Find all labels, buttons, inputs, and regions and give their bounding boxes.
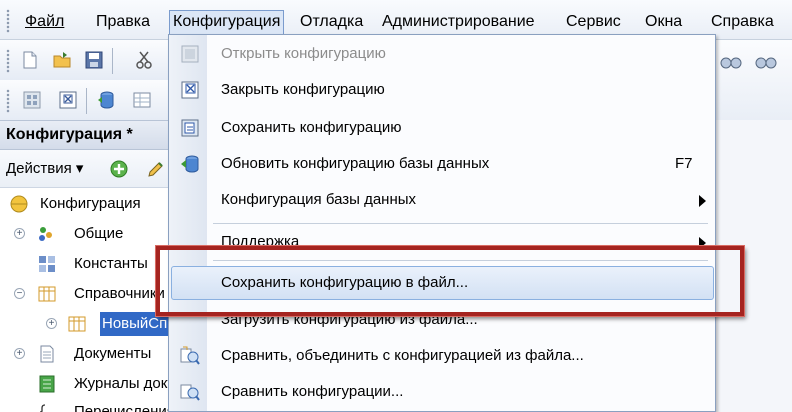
edit-pencil-icon[interactable] — [146, 161, 164, 179]
standard-toolbar — [0, 40, 170, 80]
menu-item-database-configuration[interactable]: Конфигурация базы данных — [169, 183, 715, 217]
compare-merge-icon — [180, 346, 200, 365]
cut-scissors-icon[interactable] — [134, 50, 154, 70]
table-grid-icon[interactable] — [132, 90, 152, 110]
menu-windows[interactable]: Окна — [642, 10, 685, 34]
menu-help-label: Справка — [711, 13, 774, 30]
documents-icon — [40, 345, 54, 363]
tree-item-common[interactable]: + Общие — [0, 222, 170, 246]
menu-item-shortcut: F7 — [675, 155, 693, 172]
common-objects-icon — [39, 227, 52, 241]
menu-item-update-database[interactable]: Обновить конфигурацию базы данных F7 — [169, 147, 715, 181]
menu-configuration[interactable]: Конфигурация — [169, 10, 285, 34]
expand-icon[interactable]: + — [46, 318, 57, 329]
search-next-icon[interactable] — [755, 52, 777, 70]
menu-item-label: Открыть конфигурацию — [221, 45, 386, 62]
menu-file-label: Файл — [25, 13, 65, 30]
tree-item-label: Константы — [74, 255, 148, 272]
catalogs-icon — [38, 286, 56, 302]
tree-root-label: Конфигурация — [40, 195, 141, 212]
configuration-toolbar — [0, 80, 170, 120]
close-config-icon — [181, 81, 199, 99]
menu-item-label: Закрыть конфигурацию — [221, 81, 385, 98]
tree-item-label: Перечисления — [74, 403, 175, 412]
right-toolbar — [715, 40, 792, 120]
menu-item-label: Сравнить, объединить с конфигурацией из … — [221, 347, 584, 364]
menu-help[interactable]: Справка — [708, 10, 777, 34]
catalog-icon — [68, 316, 86, 332]
menubar-grip[interactable] — [6, 9, 10, 33]
open-config-icon — [181, 45, 199, 63]
toolbar-grip[interactable] — [6, 49, 10, 73]
menu-item-open-configuration[interactable]: Открыть конфигурацию — [169, 37, 715, 71]
menu-item-label: Сохранить конфигурацию — [221, 119, 402, 136]
tree-item-enums[interactable]: Перечисления — [0, 400, 175, 412]
tree-item-label: Документы — [74, 345, 152, 362]
tree-item-constants[interactable]: Константы — [0, 252, 170, 276]
tree-item-new-catalog[interactable]: + НовыйСправочник — [0, 312, 233, 336]
menu-file[interactable]: Файл — [22, 10, 67, 34]
constants-icon — [39, 256, 55, 272]
menu-item-label: Сравнить конфигурации... — [221, 383, 404, 400]
menu-windows-label: Окна — [645, 13, 683, 30]
toolbar-separator — [112, 48, 113, 74]
menu-service[interactable]: Сервис — [563, 10, 624, 34]
tree-item-label: Справочники — [74, 285, 165, 302]
journals-icon — [39, 375, 55, 393]
add-icon[interactable] — [110, 160, 128, 178]
tree-item-label: Общие — [74, 225, 124, 242]
tree-root[interactable]: Конфигурация — [0, 192, 170, 216]
menu-edit[interactable]: Правка — [93, 10, 153, 34]
update-db-icon — [181, 155, 199, 173]
menu-administration-label: Администрирование — [382, 13, 535, 30]
new-document-icon[interactable] — [20, 50, 40, 70]
menu-item-label: Конфигурация базы данных — [221, 191, 417, 208]
menu-debug[interactable]: Отладка — [297, 10, 366, 34]
collapse-icon[interactable]: − — [14, 288, 25, 299]
toolbar-separator — [86, 88, 87, 114]
save-disk-icon[interactable] — [84, 50, 104, 70]
open-folder-icon[interactable] — [52, 50, 72, 70]
tree-item-document-journals[interactable]: Журналы документов — [0, 372, 225, 396]
menu-item-close-configuration[interactable]: Закрыть конфигурацию — [169, 73, 715, 107]
submenu-arrow-icon — [699, 195, 706, 207]
search-binoculars-icon[interactable] — [720, 52, 742, 70]
menu-item-compare-merge-from-file[interactable]: Сравнить, объединить с конфигурацией из … — [169, 339, 715, 373]
menu-item-label: Обновить конфигурацию базы данных — [221, 155, 490, 172]
menu-item-save-configuration[interactable]: Сохранить конфигурацию — [169, 111, 715, 145]
configuration-tree-icon[interactable] — [22, 90, 42, 110]
menu-edit-label: Правка — [96, 13, 151, 30]
menu-item-compare-configurations[interactable]: Сравнить конфигурации... — [169, 375, 715, 409]
save-config-icon — [181, 119, 199, 137]
expand-icon[interactable]: + — [14, 348, 25, 359]
enums-icon — [39, 404, 46, 412]
menu-configuration-label: Конфигурация — [173, 13, 281, 30]
panel-title: Конфигурация * — [0, 120, 170, 150]
tree-item-documents[interactable]: + Документы — [0, 342, 170, 366]
menu-administration[interactable]: Администрирование — [379, 10, 538, 34]
highlight-callout-frame — [156, 246, 744, 316]
menu-service-label: Сервис — [566, 13, 621, 30]
menu-debug-label: Отладка — [300, 13, 364, 30]
configuration-root-icon — [10, 195, 28, 213]
configuration-dropdown-menu: Открыть конфигурацию Закрыть конфигураци… — [168, 34, 716, 412]
configuration-tree: Конфигурация + Общие Константы − Справоч… — [0, 188, 233, 412]
close-window-icon[interactable] — [58, 90, 78, 110]
actions-bar: Действия ▾ — [0, 150, 170, 188]
database-icon[interactable] — [96, 90, 116, 110]
toolbar-grip[interactable] — [6, 89, 10, 113]
compare-config-icon — [180, 384, 200, 401]
tree-item-catalogs[interactable]: − Справочники — [0, 282, 170, 306]
actions-dropdown[interactable]: Действия ▾ — [6, 159, 83, 177]
menu-separator — [213, 223, 708, 224]
expand-icon[interactable]: + — [14, 228, 25, 239]
